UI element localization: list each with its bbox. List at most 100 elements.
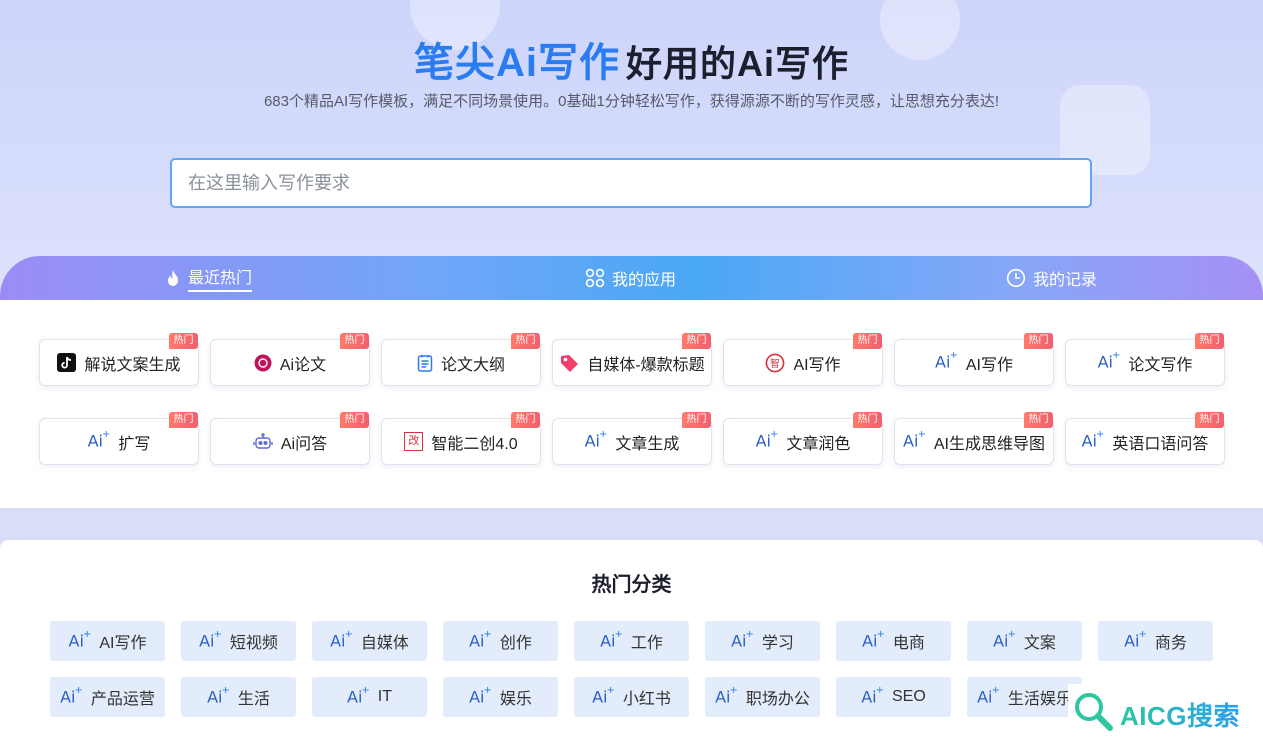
app-card[interactable]: Ai+ 文章生成 热门 xyxy=(552,412,712,465)
ai-icon: Ai+ xyxy=(469,684,492,707)
ai-icon: Ai+ xyxy=(993,628,1016,651)
chip-label: 电商 xyxy=(892,635,925,652)
app-label: 文章生成 xyxy=(615,435,680,453)
app-grid: 解说文案生成 热门 Ai论文 热门 论文大纲 热门 自媒体-爆款标题 热门 智 … xyxy=(0,300,1263,508)
ai-icon: Ai+ xyxy=(731,628,754,651)
app-label: 解说文案生成 xyxy=(84,356,181,374)
app-card[interactable]: 智 AI写作 热门 xyxy=(723,333,883,386)
hot-badge: 热门 xyxy=(511,333,540,349)
ai-icon: Ai+ xyxy=(60,684,83,707)
app-card[interactable]: Ai+ 扩写 热门 xyxy=(39,412,199,465)
app-label: AI写作 xyxy=(965,356,1013,374)
hot-badge: 热门 xyxy=(1195,412,1224,428)
ai-icon: Ai+ xyxy=(1124,628,1147,651)
category-chip[interactable]: Ai+ 学习 xyxy=(705,621,820,661)
chip-label: 生活 xyxy=(237,691,270,708)
search-input[interactable] xyxy=(170,158,1092,208)
svg-text:智: 智 xyxy=(770,357,780,370)
app-card[interactable]: Ai+ AI写作 热门 xyxy=(894,333,1054,386)
hot-badge: 热门 xyxy=(511,412,540,428)
tab-my-apps[interactable]: 我的应用 xyxy=(585,256,676,300)
app-card[interactable]: 解说文案生成 热门 xyxy=(39,333,199,386)
category-chip[interactable]: Ai+ 生活娱乐 xyxy=(967,677,1082,717)
app-label: 英语口语问答 xyxy=(1112,435,1209,453)
paper-icon xyxy=(254,354,272,372)
category-chip[interactable]: Ai+ 产品运营 xyxy=(50,677,165,717)
app-card[interactable]: Ai+ AI生成思维导图 热门 xyxy=(894,412,1054,465)
category-chip[interactable]: Ai+ 商务 xyxy=(1098,621,1213,661)
hero-section: 笔尖Ai写作 好用的Ai写作 683个精品AI写作模板，满足不同场景使用。0基础1… xyxy=(0,0,1263,300)
ai-icon: Ai+ xyxy=(330,628,353,651)
hot-badge: 热门 xyxy=(853,412,882,428)
chip-label: 商务 xyxy=(1154,635,1187,652)
app-label: Ai问答 xyxy=(280,435,328,453)
chip-label: 学习 xyxy=(761,635,794,652)
chip-label: 娱乐 xyxy=(499,691,532,708)
ai-icon: Ai+ xyxy=(199,628,222,651)
category-chip[interactable]: Ai+ 短视频 xyxy=(181,621,296,661)
category-chip[interactable]: Ai+ 创作 xyxy=(443,621,558,661)
ai-icon: Ai+ xyxy=(469,628,492,651)
app-label: AI写作 xyxy=(793,356,841,374)
ai-icon: Ai+ xyxy=(584,429,608,451)
hot-badge: 热门 xyxy=(853,333,882,349)
category-chip[interactable]: Ai+ IT xyxy=(312,677,427,717)
tab-my-records[interactable]: 我的记录 xyxy=(1006,256,1097,300)
app-card[interactable]: Ai+ 论文写作 热门 xyxy=(1065,333,1225,386)
edit-icon: 改 xyxy=(404,432,424,451)
ai-icon: Ai+ xyxy=(935,350,958,372)
tab-label: 最近热门 xyxy=(188,264,253,292)
robot-icon xyxy=(253,432,273,451)
app-label: 智能二创4.0 xyxy=(431,435,518,453)
ai-icon: Ai+ xyxy=(207,684,230,707)
app-label: 扩写 xyxy=(118,435,151,453)
chip-label: 生活娱乐 xyxy=(1007,691,1072,708)
ai-icon: Ai+ xyxy=(68,628,92,651)
page-title: 笔尖Ai写作 好用的Ai写作 xyxy=(0,30,1263,88)
app-label: Ai论文 xyxy=(279,356,327,374)
hot-badge: 热门 xyxy=(169,333,198,349)
category-title: 热门分类 xyxy=(591,574,672,596)
chip-label: 工作 xyxy=(630,635,663,652)
chip-label: 产品运营 xyxy=(90,691,155,708)
category-chip[interactable]: Ai+ 工作 xyxy=(574,621,689,661)
chip-label: SEO xyxy=(891,688,926,705)
app-card[interactable]: Ai+ 文章润色 热门 xyxy=(723,412,883,465)
tag-icon xyxy=(559,353,579,373)
hero-subtitle: 683个精品AI写作模板，满足不同场景使用。0基础1分钟轻松写作，获得源源不断的… xyxy=(263,93,1000,110)
tab-label: 我的记录 xyxy=(1033,272,1098,289)
app-label: AI生成思维导图 xyxy=(933,435,1045,453)
watermark-logo: AICG搜索 xyxy=(1068,684,1263,744)
ai-icon: Ai+ xyxy=(592,684,615,707)
tab-recent-hot[interactable]: 最近热门 xyxy=(165,256,253,300)
category-chip[interactable]: Ai+ 职场办公 xyxy=(705,677,820,717)
app-card[interactable]: 自媒体-爆款标题 热门 xyxy=(552,333,712,386)
magnifier-icon xyxy=(1072,690,1116,739)
category-chip[interactable]: Ai+ SEO xyxy=(836,677,951,717)
hot-badge: 热门 xyxy=(340,412,369,428)
category-chip[interactable]: Ai+ 小红书 xyxy=(574,677,689,717)
write-seal-icon: 智 xyxy=(765,353,785,373)
chip-label: 短视频 xyxy=(229,635,278,652)
app-label: 自媒体-爆款标题 xyxy=(587,356,705,374)
ai-icon: Ai+ xyxy=(600,628,623,651)
category-chip[interactable]: Ai+ 电商 xyxy=(836,621,951,661)
app-label: 文章润色 xyxy=(786,435,851,453)
app-card[interactable]: Ai论文 热门 xyxy=(210,333,370,386)
app-card[interactable]: 论文大纲 热门 xyxy=(381,333,541,386)
category-chip[interactable]: Ai+ 娱乐 xyxy=(443,677,558,717)
ai-icon: Ai+ xyxy=(755,429,779,451)
tagline: 好用的Ai写作 xyxy=(625,43,849,84)
app-card[interactable]: 改 智能二创4.0 热门 xyxy=(381,412,541,465)
category-chip[interactable]: Ai+ 生活 xyxy=(181,677,296,717)
chip-label: AI写作 xyxy=(99,635,147,652)
app-card[interactable]: Ai+ 英语口语问答 热门 xyxy=(1065,412,1225,465)
clock-icon xyxy=(1006,268,1026,288)
category-chip[interactable]: Ai+ 自媒体 xyxy=(312,621,427,661)
hot-badge: 热门 xyxy=(340,333,369,349)
ai-icon: Ai+ xyxy=(347,684,370,707)
category-chip[interactable]: Ai+ AI写作 xyxy=(50,621,165,661)
chip-label: 文案 xyxy=(1023,635,1056,652)
category-chip[interactable]: Ai+ 文案 xyxy=(967,621,1082,661)
app-card[interactable]: Ai问答 热门 xyxy=(210,412,370,465)
